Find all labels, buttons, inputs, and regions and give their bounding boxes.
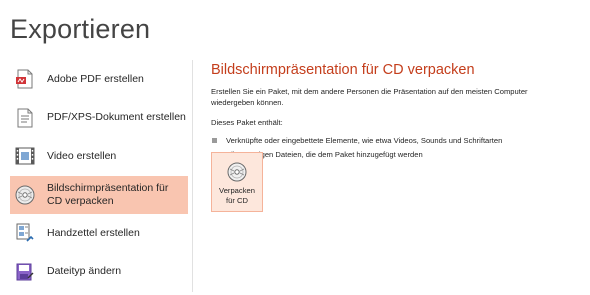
- bullet-icon: [212, 137, 217, 143]
- bullet-text: Verknüpfte oder eingebettete Elemente, w…: [226, 135, 503, 145]
- cd-icon: [227, 162, 247, 182]
- nav-item-label: Handzettel erstellen: [47, 226, 140, 239]
- bullet-list: Verknüpfte oder eingebettete Elemente, w…: [211, 133, 581, 161]
- nav-item-label: Dateityp ändern: [47, 265, 122, 278]
- pdf-document-icon: [14, 68, 36, 90]
- nav-item-label: Video erstellen: [47, 149, 117, 162]
- nav-item-video[interactable]: Video erstellen: [10, 137, 188, 176]
- nav-item-handout[interactable]: Handzettel erstellen: [10, 214, 188, 253]
- nav-divider: [192, 60, 193, 292]
- xps-document-icon: [14, 107, 36, 129]
- export-nav: Adobe PDF erstellen PDF/XPS-Dokument ers…: [10, 60, 188, 291]
- cd-package-icon: [14, 184, 36, 206]
- page-title: Exportieren: [10, 14, 151, 44]
- nav-item-adobe-pdf[interactable]: Adobe PDF erstellen: [10, 60, 188, 99]
- handout-icon: [14, 222, 36, 244]
- video-icon: [14, 145, 36, 167]
- package-for-cd-label: Verpacken für CD: [219, 186, 255, 205]
- detail-pane: Bildschirmpräsentation für CD verpacken …: [211, 62, 581, 212]
- nav-item-label: Adobe PDF erstellen: [47, 72, 144, 85]
- pane-subheading: Dieses Paket enthält:: [211, 118, 283, 127]
- nav-item-cd-package[interactable]: Bildschirmpräsentation für CD verpacken: [10, 175, 188, 214]
- nav-item-pdf-xps[interactable]: PDF/XPS-Dokument erstellen: [10, 99, 188, 138]
- list-item: Verknüpfte oder eingebettete Elemente, w…: [211, 133, 581, 147]
- pane-title: Bildschirmpräsentation für CD verpacken: [211, 62, 475, 78]
- nav-item-label: PDF/XPS-Dokument erstellen: [47, 111, 186, 124]
- package-for-cd-button[interactable]: Verpacken für CD: [211, 152, 263, 212]
- nav-item-change-file-type[interactable]: Dateityp ändern: [10, 253, 188, 292]
- list-item: Alle sonstigen Dateien, die dem Paket hi…: [211, 147, 581, 161]
- change-file-type-icon: [14, 261, 36, 283]
- nav-item-label: Bildschirmpräsentation für CD verpacken: [47, 181, 169, 207]
- pane-description: Erstellen Sie ein Paket, mit dem andere …: [211, 87, 528, 107]
